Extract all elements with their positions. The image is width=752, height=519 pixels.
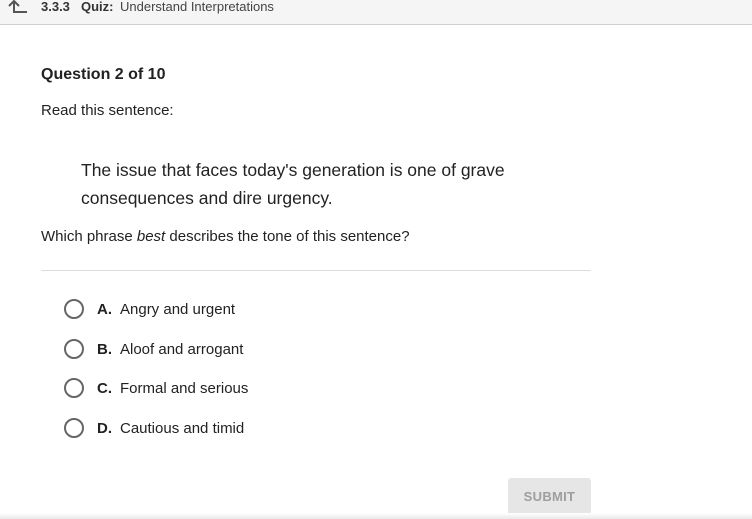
answer-option-d[interactable]: D. Cautious and timid [64,416,244,440]
prompt-emphasis: best [136,228,166,245]
quoted-sentence: The issue that faces today's generation … [81,160,505,208]
answer-option-c[interactable]: C. Formal and serious [64,376,248,400]
question-instruction: Read this sentence: [41,102,174,119]
bottom-edge [0,513,752,519]
answer-option-a[interactable]: A. Angry and urgent [64,297,235,321]
option-letter: B. [97,340,112,358]
quiz-label: Quiz: [81,0,114,14]
course-number: 3.3.3 [41,0,70,14]
quiz-header-bar: 3.3.3 Quiz: Understand Interpretations [0,0,752,25]
question-number: Question 2 of 10 [41,66,166,83]
quiz-title: Understand Interpretations [120,0,274,14]
option-text: Angry and urgent [120,300,236,318]
divider [41,270,591,271]
prompt-text-start: Which phrase [41,228,137,245]
option-text: Aloof and arrogant [120,340,244,358]
back-arrow-icon[interactable] [6,0,28,16]
option-text: Cautious and timid [120,419,245,437]
radio-button-b[interactable] [64,339,84,359]
option-text: Formal and serious [120,379,249,397]
prompt-text-end: describes the tone of this sentence? [165,228,410,245]
radio-button-c[interactable] [64,378,84,398]
radio-button-d[interactable] [64,418,84,438]
answer-option-b[interactable]: B. Aloof and arrogant [64,337,243,361]
radio-button-a[interactable] [64,299,84,319]
option-letter: D. [97,419,112,437]
question-prompt: Which phrase best describes the tone of … [41,228,410,245]
submit-button[interactable]: SUBMIT [508,478,591,515]
option-letter: A. [97,300,112,318]
option-letter: C. [97,379,112,397]
